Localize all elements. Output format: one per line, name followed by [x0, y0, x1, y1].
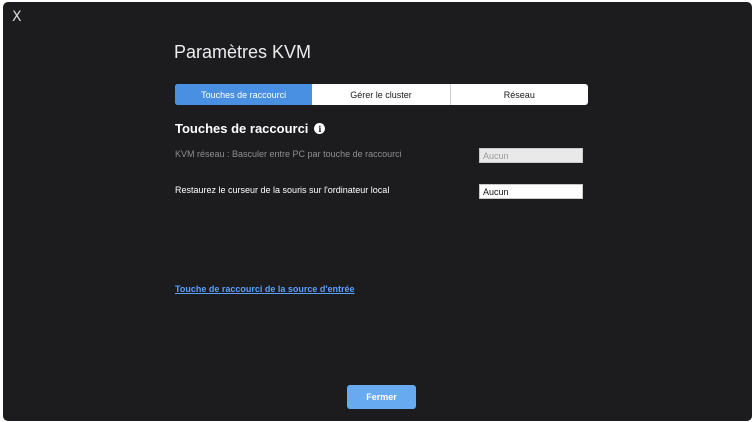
restore-cursor-field[interactable]: Aucun	[479, 184, 583, 199]
input-source-shortcut-link[interactable]: Touche de raccourci de la source d'entré…	[175, 284, 355, 294]
tab-manage-cluster[interactable]: Gérer le cluster	[312, 84, 451, 105]
tab-network[interactable]: Réseau	[451, 84, 588, 105]
info-icon[interactable]: i	[314, 123, 326, 134]
tab-bar: Touches de raccourci Gérer le cluster Ré…	[175, 84, 588, 105]
tab-shortcut-keys[interactable]: Touches de raccourci	[175, 84, 313, 105]
network-kvm-shortcut-label: KVM réseau : Basculer entre PC par touch…	[175, 149, 402, 159]
restore-cursor-label: Restaurez le curseur de la souris sur l'…	[175, 185, 390, 195]
network-kvm-shortcut-field: Aucun	[479, 148, 583, 163]
kvm-settings-window: X Paramètres KVM Touches de raccourci Gé…	[3, 2, 752, 421]
close-window-icon[interactable]: X	[12, 10, 22, 24]
section-heading-label: Touches de raccourci	[175, 121, 309, 136]
page-title: Paramètres KVM	[174, 42, 312, 62]
close-button[interactable]: Fermer	[347, 385, 416, 409]
section-heading: Touches de raccourci i	[175, 121, 326, 136]
